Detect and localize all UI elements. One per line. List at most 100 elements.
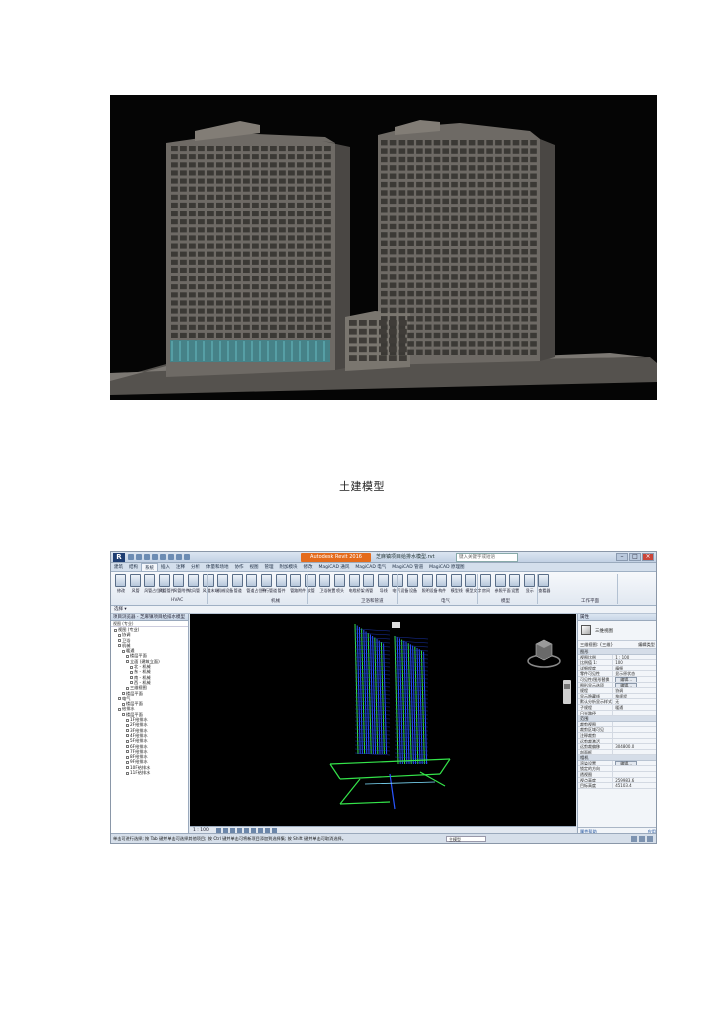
property-value[interactable] [613, 733, 656, 738]
ribbon-tab[interactable]: 建筑 [111, 563, 126, 571]
property-value[interactable]: 显示原状态 [613, 671, 656, 676]
ribbon-tool-button[interactable]: 管道占位符 [246, 574, 266, 593]
open-icon[interactable] [128, 554, 134, 560]
ribbon-tab[interactable]: 管理 [262, 563, 277, 571]
ribbon-tool-button[interactable]: 线管 [363, 574, 375, 593]
expand-toggle-icon[interactable] [122, 649, 125, 653]
ribbon-tool-button[interactable]: 模型文字 [465, 574, 481, 593]
ribbon-tool-button[interactable]: 风管附件 [173, 574, 189, 593]
expand-toggle-icon[interactable] [126, 760, 129, 764]
ribbon-tab[interactable]: 插入 [158, 563, 173, 571]
ribbon-tool-button[interactable]: 管道 [231, 574, 244, 593]
measure-icon[interactable] [168, 554, 174, 560]
expand-toggle-icon[interactable] [130, 670, 133, 674]
ribbon-tool-button[interactable]: 导线 [377, 574, 390, 593]
expand-toggle-icon[interactable] [126, 745, 129, 749]
expand-toggle-icon[interactable] [126, 750, 129, 754]
property-value[interactable]: 1 : 100 [613, 655, 656, 660]
expand-toggle-icon[interactable] [114, 628, 117, 632]
app-menu-button[interactable]: R [113, 553, 125, 562]
expand-toggle-icon[interactable] [126, 734, 129, 738]
expand-toggle-icon[interactable] [118, 633, 121, 637]
ribbon-tool-button[interactable]: 模型线 [450, 574, 463, 593]
ribbon-tool-button[interactable]: 软风管 [188, 574, 200, 593]
expand-toggle-icon[interactable] [126, 660, 129, 664]
property-value[interactable] [613, 727, 656, 732]
ribbon-tab[interactable]: 体量和场地 [203, 563, 232, 571]
viewcube-icon[interactable] [527, 639, 561, 668]
instance-filter[interactable]: 三维视图: {三维} [580, 641, 613, 648]
ribbon-tab[interactable]: 系统 [141, 563, 158, 571]
ribbon-tab[interactable]: 附加模块 [277, 563, 301, 571]
active-model-dropdown[interactable]: 主模型 [446, 836, 486, 842]
property-value[interactable]: 编辑... [613, 760, 656, 766]
ribbon-tool-button[interactable]: 修改 [115, 574, 127, 593]
ribbon-tab[interactable]: MagiCAD 原理图 [426, 563, 467, 571]
3d-view-icon[interactable] [176, 554, 182, 560]
ribbon-tab[interactable]: 协作 [232, 563, 247, 571]
ribbon-tool-button[interactable]: 设置 [509, 574, 521, 593]
ribbon-tool-button[interactable]: 管件 [275, 574, 288, 593]
ribbon-tab[interactable]: MagiCAD 电气 [352, 563, 389, 571]
expand-toggle-icon[interactable] [122, 692, 125, 696]
search-input[interactable]: 键入关键字或短语 [456, 553, 518, 562]
print-icon[interactable] [160, 554, 166, 560]
ribbon-tool-button[interactable]: 风管管件 [158, 574, 175, 593]
property-value[interactable] [613, 739, 656, 744]
ribbon-tool-button[interactable]: 显示 [523, 574, 536, 593]
property-value[interactable]: 暖通 [613, 705, 656, 710]
expand-toggle-icon[interactable] [118, 639, 121, 643]
design-options-icon[interactable] [639, 836, 645, 842]
expand-toggle-icon[interactable] [130, 676, 133, 680]
expand-toggle-icon[interactable] [126, 686, 129, 690]
type-selector[interactable]: 三维视图 [578, 621, 656, 641]
worksets-icon[interactable] [631, 836, 637, 842]
property-value[interactable] [613, 750, 656, 755]
ribbon-tool-button[interactable]: 电气设备 [392, 574, 408, 593]
property-value[interactable]: 协调 [613, 688, 656, 693]
ribbon-tool-button[interactable]: 风道末端 [202, 574, 219, 593]
property-value[interactable]: 100 [613, 660, 656, 665]
close-button[interactable]: × [642, 553, 654, 561]
property-value[interactable]: 259983.6 [613, 778, 656, 783]
expand-toggle-icon[interactable] [126, 723, 129, 727]
expand-toggle-icon[interactable] [126, 766, 129, 770]
ribbon-tab[interactable]: MagiCAD 通风 [316, 563, 353, 571]
3d-viewport[interactable] [190, 614, 576, 826]
expand-toggle-icon[interactable] [122, 713, 125, 717]
property-value[interactable]: 编辑... [613, 682, 656, 688]
edit-button[interactable]: 编辑... [615, 676, 638, 682]
property-value[interactable]: 无 [613, 699, 656, 704]
expand-toggle-icon[interactable] [118, 697, 121, 701]
ribbon-tool-button[interactable]: 喷头 [334, 574, 346, 593]
ribbon-tool-button[interactable]: 卫浴装置 [319, 574, 335, 593]
property-value[interactable] [613, 722, 656, 727]
expand-toggle-icon[interactable] [126, 729, 129, 733]
filter-icon[interactable] [647, 836, 653, 842]
edit-type-button[interactable]: 编辑类型 [638, 641, 655, 648]
property-value[interactable]: 304800.0 [613, 744, 656, 749]
ribbon-tool-button[interactable]: 平行管道 [261, 574, 277, 593]
ribbon-tab[interactable]: 结构 [126, 563, 141, 571]
ribbon-tab[interactable]: 分析 [188, 563, 203, 571]
ribbon-tool-button[interactable]: 设备 [407, 574, 419, 593]
ribbon-tool-button[interactable]: 电缆桥架 [348, 574, 365, 593]
ribbon-tool-button[interactable]: 机械设备 [217, 574, 233, 593]
ribbon-tab[interactable]: MagiCAD 管道 [389, 563, 426, 571]
ribbon-tool-button[interactable]: 房间 [480, 574, 492, 593]
undo-icon[interactable] [144, 554, 150, 560]
ribbon-tool-button[interactable]: 风管 [129, 574, 142, 593]
ribbon-tool-button[interactable]: 照明设备 [421, 574, 438, 593]
expand-toggle-icon[interactable] [118, 707, 121, 711]
select-dropdown[interactable]: 选择 ▾ [114, 607, 127, 613]
property-value[interactable]: 编辑... [613, 676, 656, 682]
browser-tree-item[interactable]: 11F给排水 [111, 770, 188, 775]
redo-icon[interactable] [152, 554, 158, 560]
minimize-button[interactable]: – [616, 553, 628, 561]
property-value[interactable]: 按规程 [613, 694, 656, 699]
property-value[interactable] [613, 766, 656, 771]
expand-toggle-icon[interactable] [126, 755, 129, 759]
property-value[interactable] [613, 772, 656, 777]
expand-toggle-icon[interactable] [130, 665, 133, 669]
expand-toggle-icon[interactable] [126, 739, 129, 743]
